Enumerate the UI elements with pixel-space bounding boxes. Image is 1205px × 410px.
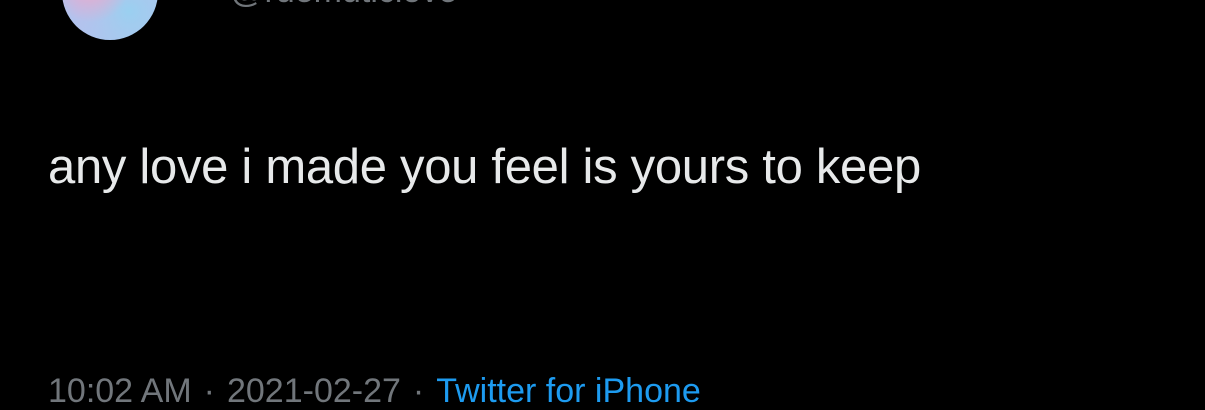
tweet: @ruemuticlove any love i made you feel i… [0, 0, 1205, 408]
avatar[interactable] [62, 0, 158, 40]
tweet-date[interactable]: 2021-02-27 [227, 372, 401, 410]
user-handle[interactable]: @ruemuticlove [230, 0, 457, 8]
separator: · [412, 372, 425, 410]
tweet-source-link[interactable]: Twitter for iPhone [436, 372, 701, 410]
tweet-time[interactable]: 10:02 AM [48, 372, 192, 410]
separator: · [203, 372, 215, 410]
tweet-text: any love i made you feel is yours to kee… [48, 140, 921, 194]
tweet-meta: 10:02 AM · 2021-02-27 · Twitter for iPhone [48, 374, 701, 408]
